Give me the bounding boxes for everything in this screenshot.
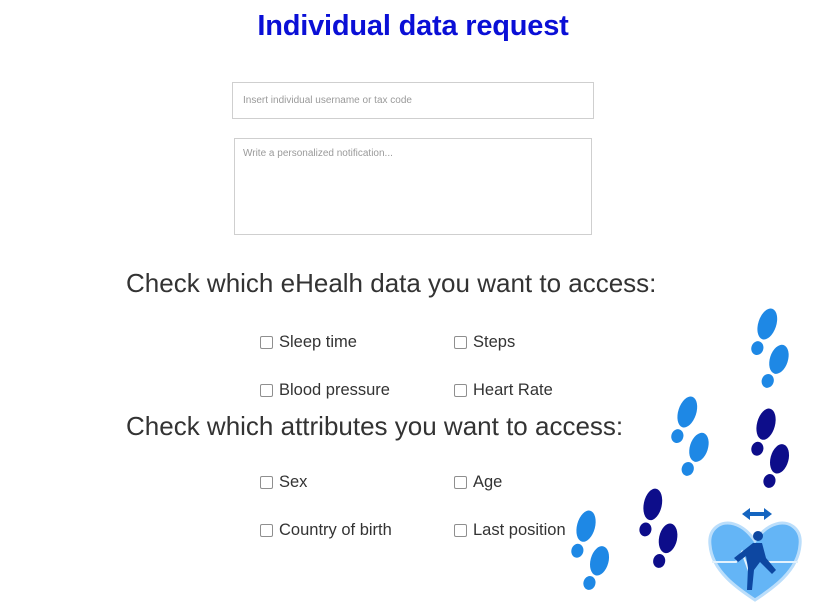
footprint-light-icon <box>659 393 722 480</box>
notification-textarea[interactable] <box>234 138 592 235</box>
checkbox-label: Sleep time <box>279 333 357 351</box>
checkbox[interactable] <box>260 336 273 349</box>
checkbox-option-steps[interactable]: Steps <box>454 333 515 352</box>
username-input[interactable] <box>232 82 594 119</box>
checkbox[interactable] <box>260 476 273 489</box>
checkbox-label: Blood pressure <box>279 381 390 399</box>
footprint-light-icon <box>561 508 621 594</box>
page-title: Individual data request <box>257 10 569 42</box>
checkbox-label: Last position <box>473 521 566 539</box>
checkbox-option-last-position[interactable]: Last position <box>454 521 566 540</box>
attributes-section-heading: Check which attributes you want to acces… <box>126 411 624 441</box>
checkbox[interactable] <box>454 524 467 537</box>
checkbox-label: Heart Rate <box>473 381 553 399</box>
checkbox[interactable] <box>260 384 273 397</box>
checkbox[interactable] <box>454 476 467 489</box>
checkbox-label: Country of birth <box>279 521 392 539</box>
running-heart-icon <box>708 508 802 602</box>
footprint-dark-icon <box>631 486 687 571</box>
footprint-dark-icon <box>741 406 801 492</box>
checkbox-option-sex[interactable]: Sex <box>260 473 307 492</box>
checkbox-option-heart-rate[interactable]: Heart Rate <box>454 381 553 400</box>
checkbox-option-country-of-birth[interactable]: Country of birth <box>260 521 392 540</box>
checkbox[interactable] <box>260 524 273 537</box>
checkbox-label: Sex <box>279 473 308 491</box>
checkbox-option-blood-pressure[interactable]: Blood pressure <box>260 381 390 400</box>
footprint-light-icon <box>739 305 802 392</box>
ehealth-section-heading: Check which eHealh data you want to acce… <box>126 268 657 298</box>
checkbox[interactable] <box>454 336 467 349</box>
checkbox-option-age[interactable]: Age <box>454 473 502 492</box>
checkbox-option-sleep-time[interactable]: Sleep time <box>260 333 357 352</box>
checkbox-label: Age <box>473 473 503 491</box>
checkbox-label: Steps <box>473 333 516 351</box>
checkbox[interactable] <box>454 384 467 397</box>
footprints-decoration <box>561 305 802 602</box>
